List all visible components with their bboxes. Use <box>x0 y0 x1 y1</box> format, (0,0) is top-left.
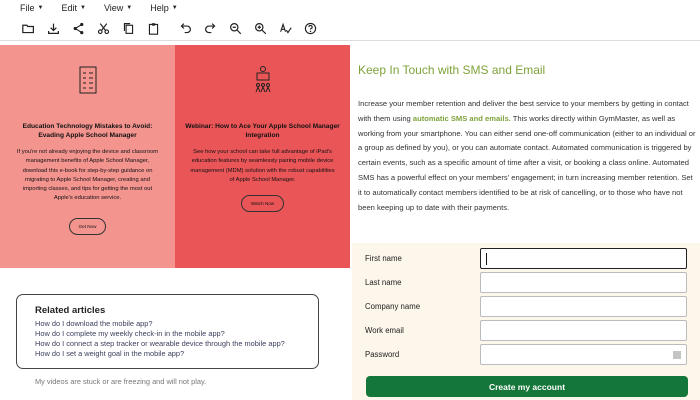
presentation-icon <box>255 66 270 93</box>
spellcheck-icon[interactable] <box>273 19 297 39</box>
undo-icon[interactable] <box>173 19 197 39</box>
work-email-label: Work email <box>365 326 404 335</box>
menu-edit-label: Edit <box>61 3 77 13</box>
related-articles-title: Related articles <box>35 305 106 316</box>
menu-help[interactable]: Help ▼ <box>150 3 177 13</box>
company-name-input[interactable] <box>480 296 687 317</box>
card-body: See how your school can take full advant… <box>190 149 335 183</box>
zoom-in-icon[interactable] <box>248 19 272 39</box>
related-article-link[interactable]: How do I set a weight goal in the mobile… <box>35 349 318 359</box>
work-email-input[interactable] <box>480 320 687 341</box>
password-label: Password <box>365 350 400 359</box>
related-article-link[interactable]: My videos are stuck or are freezing and … <box>35 377 206 386</box>
menu-edit[interactable]: Edit ▼ <box>61 3 85 13</box>
checklist-icon <box>79 66 96 94</box>
text-cursor <box>486 253 487 265</box>
promo-card-webinar: Webinar: How to Ace Your Apple School Ma… <box>175 45 350 268</box>
password-manager-icon[interactable] <box>672 350 682 360</box>
related-articles-panel: Related articles How do I download the m… <box>16 294 319 386</box>
menu-help-label: Help <box>150 3 169 13</box>
signup-form: First name Last name Company name Work e… <box>352 243 700 400</box>
menu-file[interactable]: File ▼ <box>20 3 43 13</box>
caret-down-icon: ▼ <box>37 5 44 11</box>
menu-view[interactable]: View ▼ <box>104 3 132 13</box>
promo-card-ebook: Education Technology Mistakes to Avoid: … <box>0 45 175 268</box>
get-now-button[interactable]: Get Now <box>68 217 107 235</box>
share-icon[interactable] <box>66 19 90 39</box>
last-name-label: Last name <box>365 278 402 287</box>
password-input[interactable] <box>480 344 687 365</box>
paste-icon[interactable] <box>141 19 165 39</box>
section-title: Keep In Touch with SMS and Email <box>358 63 546 77</box>
card-title: Education Technology Mistakes to Avoid: … <box>22 123 153 139</box>
section-body: Increase your member retention and deliv… <box>358 97 698 215</box>
toolbar <box>0 17 700 41</box>
company-name-label: Company name <box>365 302 421 311</box>
zoom-out-icon[interactable] <box>223 19 247 39</box>
caret-down-icon: ▼ <box>171 5 178 11</box>
related-article-link[interactable]: How do I connect a step tracker or weara… <box>35 339 318 349</box>
redo-icon[interactable] <box>198 19 222 39</box>
cut-icon[interactable] <box>91 19 115 39</box>
download-icon[interactable] <box>41 19 65 39</box>
create-account-button[interactable]: Create my account <box>366 376 688 397</box>
first-name-input[interactable] <box>480 248 687 269</box>
related-article-link[interactable]: How do I complete my weekly check-in in … <box>35 329 318 339</box>
card-title: Webinar: How to Ace Your Apple School Ma… <box>185 123 340 139</box>
related-article-link[interactable]: How do I download the mobile app? <box>35 319 318 329</box>
menu-file-label: File <box>20 3 35 13</box>
first-name-label: First name <box>365 254 402 263</box>
caret-down-icon: ▼ <box>79 5 86 11</box>
copy-icon[interactable] <box>116 19 140 39</box>
body-text: This works directly within GymMaster, as… <box>358 113 696 212</box>
last-name-input[interactable] <box>480 272 687 293</box>
menubar: File ▼ Edit ▼ View ▼ Help ▼ <box>0 0 700 16</box>
folder-open-icon[interactable] <box>16 19 40 39</box>
watch-now-button[interactable]: Watch Now <box>240 195 285 213</box>
highlight-text: automatic SMS and emails. <box>412 113 511 123</box>
help-icon[interactable] <box>298 19 322 39</box>
menu-view-label: View <box>103 3 124 13</box>
card-body: If you're not already enjoying the devic… <box>16 149 159 202</box>
caret-down-icon: ▼ <box>126 5 133 11</box>
